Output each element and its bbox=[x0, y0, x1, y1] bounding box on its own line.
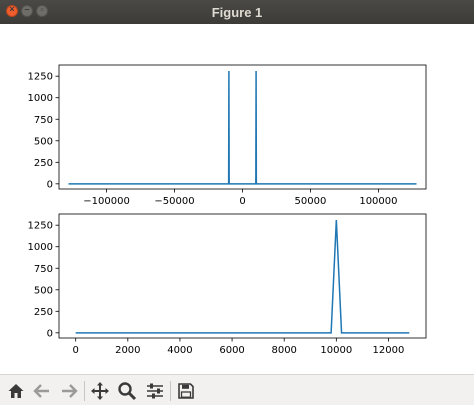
y-tick-label-1: 1250 bbox=[28, 72, 53, 83]
y-tick-label-2: 250 bbox=[34, 307, 53, 318]
series-line-1-1 bbox=[68, 71, 417, 185]
x-tick-label-2: 2000 bbox=[115, 345, 140, 356]
figure-canvas[interactable]: −100000 −50000 0 50000 100000 0 250 500 750 1000 1… bbox=[0, 24, 474, 374]
axes-frame-1 bbox=[58, 64, 427, 190]
x-tick-label-2: 4000 bbox=[167, 345, 192, 356]
x-tick-label-1: 50000 bbox=[295, 196, 327, 207]
x-tick-label-1: −50000 bbox=[154, 196, 194, 207]
x-tick-label-1: 0 bbox=[239, 196, 245, 207]
configure-subplots-button[interactable] bbox=[145, 381, 165, 401]
sliders-icon bbox=[147, 383, 163, 399]
y-tick-label-1: 1000 bbox=[28, 93, 53, 104]
move-icon bbox=[91, 382, 109, 400]
y-tick-label-2: 1250 bbox=[28, 221, 53, 232]
y-tick-label-2: 1000 bbox=[28, 242, 53, 253]
toolbar-separator bbox=[170, 381, 171, 401]
title-bar: × – ▫ Figure 1 bbox=[0, 0, 474, 24]
navigation-toolbar bbox=[0, 374, 474, 405]
y-tick-label-1: 500 bbox=[34, 136, 53, 147]
y-tick-label-1: 250 bbox=[34, 158, 53, 169]
x-tick-label-1: 100000 bbox=[359, 196, 397, 207]
floppy-disk-icon bbox=[178, 383, 194, 399]
arrow-left-icon bbox=[33, 384, 49, 398]
magnifier-icon bbox=[118, 382, 137, 401]
y-tick-label-1: 0 bbox=[47, 179, 53, 190]
y-tick-label-2: 0 bbox=[47, 328, 53, 339]
y-tick-label-1: 750 bbox=[34, 115, 53, 126]
figure-svg: −100000 −50000 0 50000 100000025050075010001… bbox=[28, 64, 427, 356]
home-icon bbox=[8, 384, 24, 398]
arrow-right-icon bbox=[62, 384, 78, 398]
x-tick-label-2: 12000 bbox=[373, 345, 405, 356]
save-button[interactable] bbox=[176, 381, 196, 401]
x-tick-label-2: 6000 bbox=[219, 345, 244, 356]
x-tick-label-2: 10000 bbox=[320, 345, 352, 356]
y-tick-label-2: 500 bbox=[34, 285, 53, 296]
toolbar-separator bbox=[84, 381, 85, 401]
axes-frame-2 bbox=[58, 213, 427, 339]
window-title: Figure 1 bbox=[211, 5, 263, 20]
zoom-button[interactable] bbox=[117, 381, 137, 401]
y-tick-label-2: 750 bbox=[34, 264, 53, 275]
back-button[interactable] bbox=[32, 381, 52, 401]
series-line-2-1 bbox=[75, 219, 410, 334]
forward-button[interactable] bbox=[59, 381, 79, 401]
x-tick-label-1: −100000 bbox=[83, 196, 130, 207]
x-tick-label-2: 0 bbox=[72, 345, 78, 356]
x-tick-label-2: 8000 bbox=[271, 345, 296, 356]
home-button[interactable] bbox=[6, 381, 26, 401]
pan-button[interactable] bbox=[90, 381, 110, 401]
